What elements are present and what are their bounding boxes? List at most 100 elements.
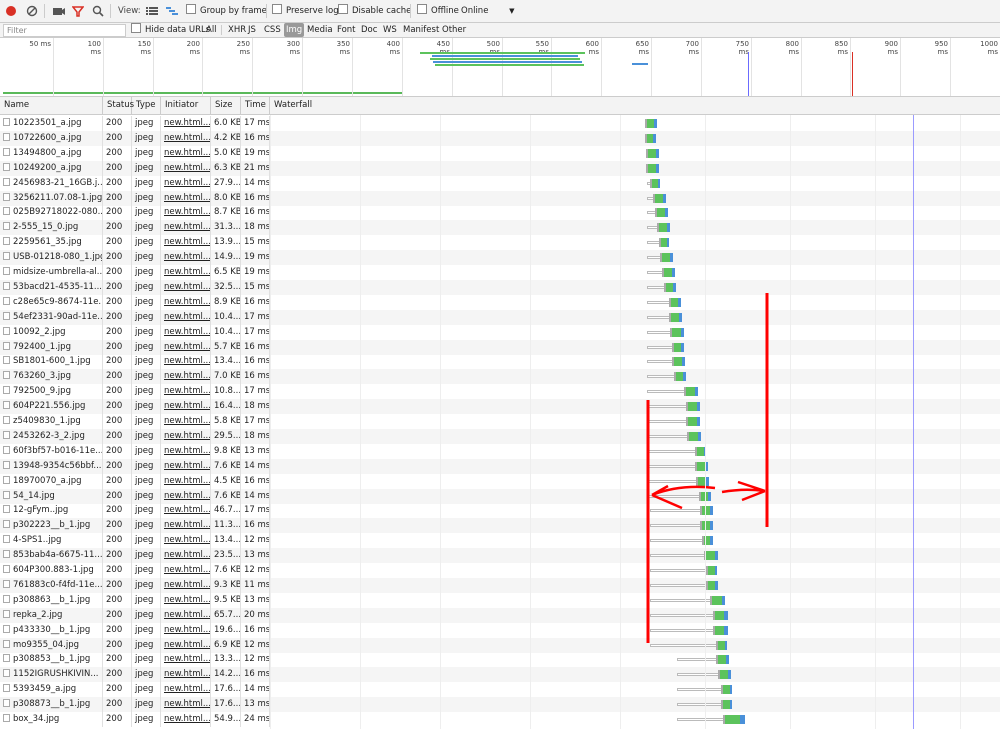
table-row[interactable]: p308873__b_1.jpg 200 jpeg new.html... 17.6..… [0, 697, 1000, 713]
initiator-text[interactable]: new.html... [164, 297, 210, 307]
cell-initiator[interactable]: new.html... [161, 697, 211, 713]
initiator-text[interactable]: new.html... [164, 237, 210, 247]
initiator-text[interactable]: new.html... [164, 282, 210, 292]
cell-initiator[interactable]: new.html... [161, 130, 211, 146]
type-filter-all[interactable]: All [204, 23, 219, 37]
initiator-text[interactable]: new.html... [164, 595, 210, 605]
cell-initiator[interactable]: new.html... [161, 622, 211, 638]
cell-initiator[interactable]: new.html... [161, 250, 211, 266]
table-row[interactable]: 2259561_35.jpg 200 jpeg new.html... 13.9... 1… [0, 235, 1000, 251]
table-row[interactable]: USB-01218-080_1.jpg 200 jpeg new.html... 14.… [0, 250, 1000, 266]
initiator-text[interactable]: new.html... [164, 669, 210, 679]
initiator-text[interactable]: new.html... [164, 654, 210, 664]
cell-initiator[interactable]: new.html... [161, 145, 211, 161]
initiator-text[interactable]: new.html... [164, 461, 210, 471]
cell-initiator[interactable]: new.html... [161, 592, 211, 608]
table-row[interactable]: 763260_3.jpg 200 jpeg new.html... 7.0 KB 16 m… [0, 369, 1000, 385]
initiator-text[interactable]: new.html... [164, 207, 210, 217]
table-row[interactable]: 18970070_a.jpg 200 jpeg new.html... 4.5 KB 16… [0, 473, 1000, 489]
type-filter-doc[interactable]: Doc [359, 23, 379, 37]
type-filter-css[interactable]: CSS [262, 23, 283, 37]
table-row[interactable]: 13494800_a.jpg 200 jpeg new.html... 5.0 KB 19… [0, 145, 1000, 161]
table-row[interactable]: 604P300.883-1.jpg 200 jpeg new.html... 7.6 K… [0, 563, 1000, 578]
cell-initiator[interactable]: new.html... [161, 324, 211, 340]
cell-initiator[interactable]: new.html... [161, 309, 211, 325]
cell-initiator[interactable]: new.html... [161, 637, 211, 653]
initiator-text[interactable]: new.html... [164, 163, 210, 173]
cell-initiator[interactable]: new.html... [161, 265, 211, 280]
cell-initiator[interactable]: new.html... [161, 443, 211, 459]
cell-initiator[interactable]: new.html... [161, 563, 211, 578]
cell-initiator[interactable]: new.html... [161, 175, 211, 191]
cell-initiator[interactable]: new.html... [161, 205, 211, 221]
preserve-log-checkbox[interactable]: Preserve log [272, 0, 339, 22]
table-row[interactable]: 1152IGRUSHKIVIN... 200 jpeg new.html... 14.2… [0, 667, 1000, 683]
overview-toggle[interactable] [166, 0, 178, 22]
initiator-text[interactable]: new.html... [164, 565, 210, 575]
initiator-text[interactable]: new.html... [164, 640, 210, 650]
table-row[interactable]: p308863__b_1.jpg 200 jpeg new.html... 9.5 KB… [0, 592, 1000, 608]
cell-initiator[interactable]: new.html... [161, 339, 211, 355]
column-type[interactable]: Type [132, 97, 161, 114]
column-waterfall[interactable]: Waterfall [270, 97, 1000, 114]
cell-initiator[interactable]: new.html... [161, 607, 211, 623]
table-row[interactable]: 2456983-21_16GB.j... 200 jpeg new.html... 27… [0, 175, 1000, 191]
type-filter-js[interactable]: JS [246, 23, 258, 37]
table-row[interactable]: repka_2.jpg 200 jpeg new.html... 65.7... 20 m… [0, 607, 1000, 623]
column-time[interactable]: Time [241, 97, 270, 114]
initiator-text[interactable]: new.html... [164, 699, 210, 709]
initiator-text[interactable]: new.html... [164, 535, 210, 545]
table-row[interactable]: 53bacd21-4535-11... 200 jpeg new.html... 32.… [0, 279, 1000, 295]
cell-initiator[interactable]: new.html... [161, 160, 211, 176]
table-row[interactable]: 2453262-3_2.jpg 200 jpeg new.html... 29.5...… [0, 428, 1000, 444]
initiator-text[interactable]: new.html... [164, 580, 210, 590]
type-filter-font[interactable]: Font [335, 23, 358, 37]
cell-initiator[interactable]: new.html... [161, 220, 211, 236]
initiator-text[interactable]: new.html... [164, 193, 210, 203]
table-row[interactable]: 13948-9354c56bbf... 200 jpeg new.html... 7.6… [0, 458, 1000, 474]
cell-initiator[interactable]: new.html... [161, 235, 211, 251]
table-row[interactable]: 54_14.jpg 200 jpeg new.html... 7.6 KB 14 ms [0, 488, 1000, 504]
cell-initiator[interactable]: new.html... [161, 399, 211, 415]
table-row[interactable]: 10722600_a.jpg 200 jpeg new.html... 4.2 KB 16… [0, 130, 1000, 146]
initiator-text[interactable]: new.html... [164, 252, 210, 262]
hide-data-urls-checkbox[interactable]: Hide data URLs [129, 23, 212, 37]
table-row[interactable]: z5409830_1.jpg 200 jpeg new.html... 5.8 KB 17… [0, 414, 1000, 429]
table-row[interactable]: box_34.jpg 200 jpeg new.html... 54.9... 24 ms [0, 712, 1000, 727]
table-row[interactable]: midsize-umbrella-al... 200 jpeg new.html...… [0, 265, 1000, 280]
filter-button[interactable] [71, 0, 85, 22]
table-row[interactable]: 54ef2331-90ad-11e... 200 jpeg new.html... 10… [0, 309, 1000, 325]
type-filter-manifest[interactable]: Manifest [401, 23, 441, 37]
cell-initiator[interactable]: new.html... [161, 369, 211, 385]
cell-initiator[interactable]: new.html... [161, 503, 211, 519]
cell-initiator[interactable]: new.html... [161, 190, 211, 206]
initiator-text[interactable]: new.html... [164, 327, 210, 337]
screenshot-button[interactable] [52, 0, 66, 22]
table-row[interactable]: 2-555_15_0.jpg 200 jpeg new.html... 31.3... 1… [0, 220, 1000, 236]
type-filter-xhr[interactable]: XHR [226, 23, 248, 37]
cell-initiator[interactable]: new.html... [161, 294, 211, 310]
initiator-text[interactable]: new.html... [164, 222, 210, 232]
offline-checkbox[interactable]: Offline [417, 0, 459, 22]
table-row[interactable]: 10249200_a.jpg 200 jpeg new.html... 6.3 KB 21… [0, 160, 1000, 176]
clear-button[interactable] [26, 0, 38, 22]
table-row[interactable]: p302223__b_1.jpg 200 jpeg new.html... 11.3..… [0, 518, 1000, 534]
initiator-text[interactable]: new.html... [164, 446, 210, 456]
table-row[interactable]: 12-gFym..jpg 200 jpeg new.html... 46.7... 17 … [0, 503, 1000, 519]
cell-initiator[interactable]: new.html... [161, 577, 211, 593]
initiator-text[interactable]: new.html... [164, 133, 210, 143]
column-size[interactable]: Size [211, 97, 241, 114]
table-row[interactable]: 60f3bf57-b016-11e... 200 jpeg new.html... 9.… [0, 443, 1000, 459]
large-rows-toggle[interactable] [146, 0, 158, 22]
group-by-frame-checkbox[interactable]: Group by frame [186, 0, 267, 22]
initiator-text[interactable]: new.html... [164, 610, 210, 620]
initiator-text[interactable]: new.html... [164, 505, 210, 515]
initiator-text[interactable]: new.html... [164, 386, 210, 396]
table-row[interactable]: 5393459_a.jpg 200 jpeg new.html... 17.6... 14… [0, 682, 1000, 698]
initiator-text[interactable]: new.html... [164, 625, 210, 635]
initiator-text[interactable]: new.html... [164, 476, 210, 486]
initiator-text[interactable]: new.html... [164, 267, 210, 277]
cell-initiator[interactable]: new.html... [161, 458, 211, 474]
table-row[interactable]: 4-SPS1..jpg 200 jpeg new.html... 13.4... 12 m… [0, 533, 1000, 549]
cell-initiator[interactable]: new.html... [161, 667, 211, 683]
